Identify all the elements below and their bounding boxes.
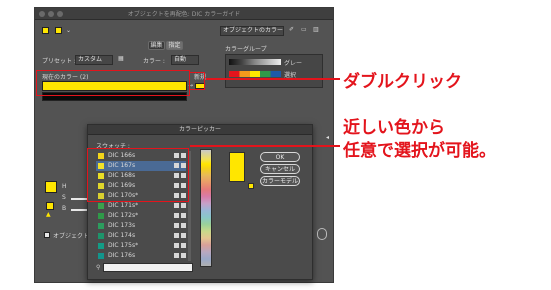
colors-select[interactable]: 自動 [171, 55, 199, 65]
cmyk-icon [181, 203, 186, 208]
eyedropper-icon[interactable]: ⌄ [66, 27, 71, 34]
warning-icon: ▲ [46, 211, 51, 218]
preset-select[interactable]: カスタム [75, 55, 113, 65]
list-item[interactable]: DIC 172s* [96, 211, 186, 221]
swatch-color [98, 253, 104, 259]
recolor-checkbox-label: オブジェクト [53, 233, 90, 240]
panel-expand-icon[interactable]: ◂ [326, 134, 329, 141]
color-group-title: カラーグループ [225, 46, 267, 53]
list-item[interactable]: DIC 176s [96, 251, 186, 261]
warning-swatch [46, 202, 54, 210]
colors-label: カラー : [143, 58, 165, 65]
swatch-color [98, 213, 104, 219]
color-group-list: グレー 選択 [225, 54, 323, 88]
current-colors-highlight [36, 70, 190, 96]
picker-title: カラーピッカー [88, 125, 312, 135]
preset-options-icon[interactable]: ▦ [118, 55, 124, 62]
title-bar: オブジェクトを再配色: DIC カラーガイド [35, 8, 333, 20]
color-group-item[interactable]: グレー [284, 58, 302, 67]
swatch-color [98, 203, 104, 209]
stroke-swatch-icon[interactable] [55, 27, 62, 34]
saturation-label: S [62, 194, 66, 201]
spot-icon [174, 253, 179, 258]
callout-line-1: 近しい色から [343, 118, 445, 138]
spot-icon [174, 213, 179, 218]
swatch-color [98, 223, 104, 229]
pipette-icon[interactable]: ✐ [289, 26, 294, 33]
cmyk-icon [181, 213, 186, 218]
callout-line-2: 任意で選択が可能。 [343, 141, 496, 161]
list-item[interactable]: DIC 175s* [96, 241, 186, 251]
recolor-checkbox[interactable] [44, 232, 50, 238]
callout-connector-2 [190, 145, 340, 147]
cmyk-icon [181, 223, 186, 228]
spot-icon [174, 233, 179, 238]
swatch-color [98, 233, 104, 239]
window-title: オブジェクトを再配色: DIC カラーガイド [127, 11, 241, 18]
brightness-slider[interactable] [71, 209, 87, 211]
spot-icon [174, 223, 179, 228]
saturation-slider[interactable] [71, 198, 87, 200]
brightness-label: B [62, 205, 67, 212]
object-color-field[interactable]: オブジェクトのカラー [220, 26, 284, 36]
trash-icon[interactable]: ▥ [313, 26, 319, 33]
cmyk-icon [181, 233, 186, 238]
hue-label: H [62, 183, 67, 190]
fill-swatch-icon[interactable] [42, 27, 49, 34]
cancel-button[interactable]: キャンセル [260, 164, 300, 174]
selected-group-strip[interactable] [229, 71, 281, 77]
tab-edit[interactable]: 編集 [148, 41, 165, 50]
search-icon: ⚲ [96, 264, 101, 271]
preset-label: プリセット : [42, 58, 76, 65]
tab-assign[interactable]: 指定 [166, 41, 183, 50]
list-item[interactable]: DIC 174s [96, 231, 186, 241]
folder-icon[interactable]: ▭ [301, 26, 307, 33]
gray-group-strip[interactable] [229, 59, 281, 65]
selected-color-preview [45, 181, 57, 193]
callout-double-click: ダブルクリック [343, 72, 462, 92]
cmyk-icon [181, 243, 186, 248]
swatch-color [98, 243, 104, 249]
spot-icon [174, 203, 179, 208]
list-item[interactable]: DIC 173s [96, 221, 186, 231]
color-model-button[interactable]: カラーモデル [260, 176, 300, 186]
ok-button[interactable]: OK [260, 152, 300, 162]
swatch-search-input[interactable] [103, 263, 193, 272]
websafe-swatch[interactable] [248, 183, 254, 189]
new-color-highlight [189, 72, 205, 90]
color-spectrum-strip[interactable] [200, 149, 212, 267]
cmyk-icon [181, 253, 186, 258]
ok-button-edge[interactable] [317, 228, 327, 240]
spot-icon [174, 243, 179, 248]
swatch-highlight [87, 148, 189, 202]
list-item[interactable]: DIC 171s* [96, 201, 186, 211]
picked-color-preview [229, 152, 245, 182]
callout-connector [206, 78, 340, 80]
